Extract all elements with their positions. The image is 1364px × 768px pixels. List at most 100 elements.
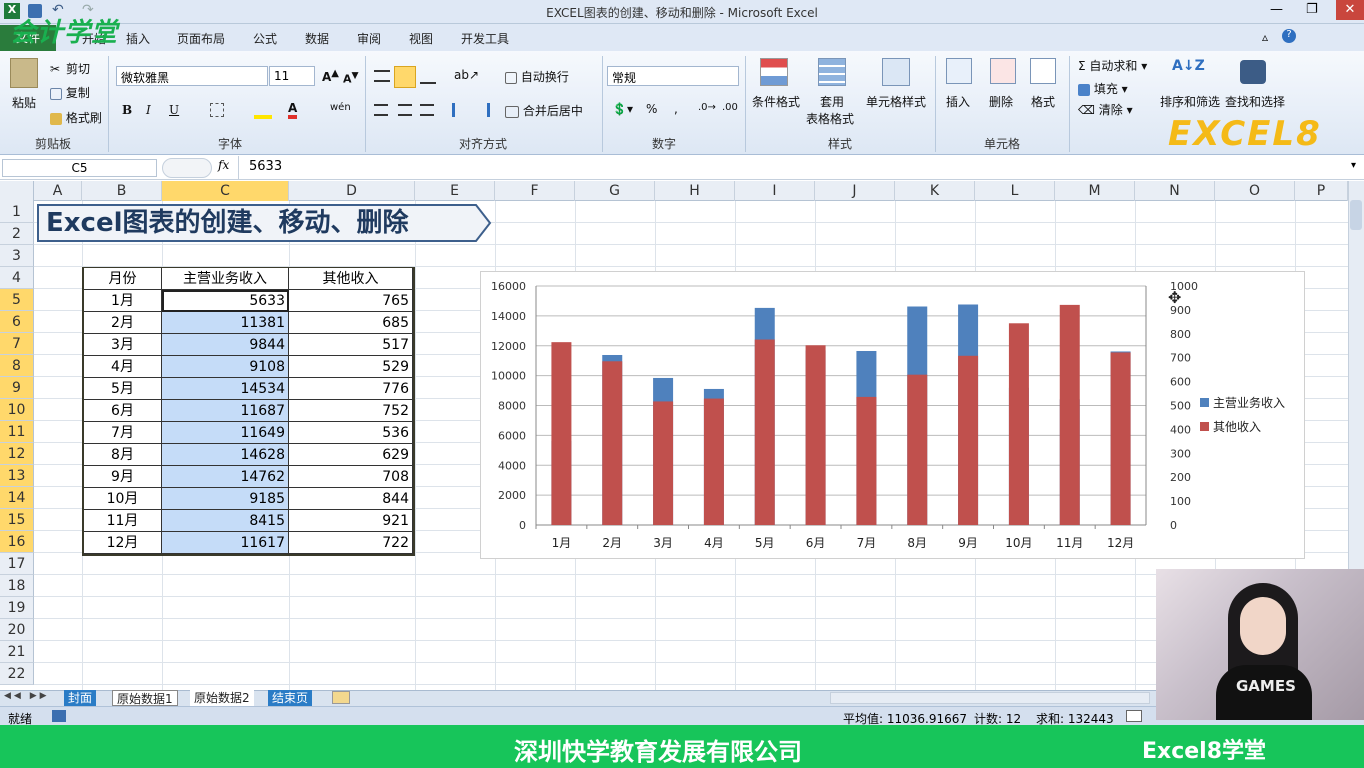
- col-header-d[interactable]: D: [289, 181, 415, 201]
- find-select-button[interactable]: 查找和选择: [1225, 93, 1285, 110]
- restore-button[interactable]: ❐: [1306, 2, 1318, 17]
- paste-button[interactable]: 粘贴: [12, 94, 36, 111]
- merge-center-button[interactable]: 合并后居中: [505, 102, 583, 119]
- normal-view-icon[interactable]: [1126, 710, 1142, 722]
- wrap-text-button[interactable]: 自动换行: [505, 68, 569, 85]
- row-header-9[interactable]: 9: [0, 377, 34, 399]
- sheet-tab-raw1[interactable]: 原始数据1: [112, 690, 178, 706]
- tab-data[interactable]: 数据: [305, 30, 329, 47]
- orientation-icon[interactable]: ab↗: [454, 68, 479, 82]
- chart-area[interactable]: 0 2000 4000 6000 8000 10000 12000 14000 16000 0 10…: [480, 271, 1305, 559]
- table-format-icon[interactable]: [818, 58, 846, 86]
- main-revenue-cell[interactable]: 9185: [162, 488, 289, 510]
- sort-filter-button[interactable]: 排序和筛选: [1160, 93, 1220, 110]
- cut-button[interactable]: ✂ 剪切: [50, 60, 90, 78]
- increase-indent-icon[interactable]: [476, 103, 490, 117]
- main-revenue-cell[interactable]: 14762: [162, 466, 289, 488]
- main-revenue-cell[interactable]: 14534: [162, 378, 289, 400]
- month-cell[interactable]: 3月: [84, 334, 162, 356]
- increase-decimal-icon[interactable]: .0→: [698, 102, 716, 113]
- other-revenue-cell[interactable]: 765: [289, 290, 413, 312]
- conditional-format-button[interactable]: 条件格式: [752, 93, 800, 110]
- other-revenue-cell[interactable]: 685: [289, 312, 413, 334]
- other-revenue-cell[interactable]: 752: [289, 400, 413, 422]
- sort-filter-icon[interactable]: A↓Z: [1172, 58, 1205, 86]
- other-revenue-cell[interactable]: 921: [289, 510, 413, 532]
- month-cell[interactable]: 9月: [84, 466, 162, 488]
- delete-cells-button[interactable]: 删除: [989, 93, 1013, 110]
- col-header-g[interactable]: G: [575, 181, 655, 201]
- month-cell[interactable]: 4月: [84, 356, 162, 378]
- row-header-5[interactable]: 5: [0, 289, 34, 311]
- month-cell[interactable]: 11月: [84, 510, 162, 532]
- col-header-i[interactable]: I: [735, 181, 815, 201]
- insert-cells-button[interactable]: 插入: [946, 93, 970, 110]
- table-header-cell[interactable]: 其他收入: [289, 268, 413, 290]
- paste-icon[interactable]: [10, 58, 38, 88]
- insert-function-icon[interactable]: fx: [218, 158, 229, 172]
- other-revenue-cell[interactable]: 708: [289, 466, 413, 488]
- other-revenue-cell[interactable]: 536: [289, 422, 413, 444]
- macro-record-icon[interactable]: [52, 710, 66, 722]
- row-header-15[interactable]: 15: [0, 509, 34, 531]
- table-header-cell[interactable]: 月份: [84, 268, 162, 290]
- binoculars-icon[interactable]: [1240, 60, 1266, 84]
- align-top-icon[interactable]: [374, 70, 390, 82]
- month-cell[interactable]: 5月: [84, 378, 162, 400]
- row-header-16[interactable]: 16: [0, 531, 34, 553]
- row-header-2[interactable]: 2: [0, 223, 34, 245]
- decrease-decimal-icon[interactable]: .00: [722, 102, 738, 113]
- table-format-label-2[interactable]: 表格格式: [806, 110, 854, 127]
- tab-page-layout[interactable]: 页面布局: [177, 30, 225, 47]
- font-color-icon[interactable]: A: [288, 101, 298, 119]
- other-revenue-cell[interactable]: 844: [289, 488, 413, 510]
- sheet-tab-end[interactable]: 结束页: [268, 690, 313, 706]
- row-header-22[interactable]: 22: [0, 663, 34, 685]
- main-revenue-cell[interactable]: 11687: [162, 400, 289, 422]
- row-header-4[interactable]: 4: [0, 267, 34, 289]
- main-revenue-cell[interactable]: 5633: [162, 290, 289, 312]
- horizontal-scrollbar[interactable]: [830, 692, 1150, 704]
- select-all-corner[interactable]: [0, 181, 34, 201]
- sheet-tab-cover[interactable]: 封面: [64, 690, 97, 706]
- main-revenue-cell[interactable]: 9844: [162, 334, 289, 356]
- col-header-m[interactable]: M: [1055, 181, 1135, 201]
- row-header-17[interactable]: 17: [0, 553, 34, 575]
- month-cell[interactable]: 12月: [84, 532, 162, 554]
- tab-insert[interactable]: 插入: [126, 30, 150, 47]
- font-name-combo[interactable]: 微软雅黑: [116, 66, 268, 86]
- other-revenue-cell[interactable]: 629: [289, 444, 413, 466]
- main-revenue-cell[interactable]: 14628: [162, 444, 289, 466]
- month-cell[interactable]: 10月: [84, 488, 162, 510]
- tab-developer[interactable]: 开发工具: [461, 30, 509, 47]
- col-header-p[interactable]: P: [1295, 181, 1348, 201]
- row-header-18[interactable]: 18: [0, 575, 34, 597]
- col-header-a[interactable]: A: [34, 181, 82, 201]
- close-button[interactable]: ✕: [1336, 0, 1364, 20]
- tab-view[interactable]: 视图: [409, 30, 433, 47]
- format-cells-icon[interactable]: [1030, 58, 1056, 84]
- main-revenue-cell[interactable]: 8415: [162, 510, 289, 532]
- sheet-tab-raw2[interactable]: 原始数据2: [190, 690, 254, 706]
- col-header-c[interactable]: C: [162, 181, 289, 201]
- row-header-13[interactable]: 13: [0, 465, 34, 487]
- phonetic-icon[interactable]: wén: [330, 102, 351, 113]
- month-cell[interactable]: 2月: [84, 312, 162, 334]
- main-revenue-cell[interactable]: 11617: [162, 532, 289, 554]
- format-painter-button[interactable]: 格式刷: [50, 109, 102, 126]
- month-cell[interactable]: 1月: [84, 290, 162, 312]
- bold-button[interactable]: B: [122, 103, 132, 117]
- fill-button[interactable]: 填充 ▾: [1078, 80, 1128, 97]
- row-header-12[interactable]: 12: [0, 443, 34, 465]
- formula-input[interactable]: 5633: [238, 156, 1348, 179]
- row-header-14[interactable]: 14: [0, 487, 34, 509]
- month-cell[interactable]: 6月: [84, 400, 162, 422]
- align-middle-icon[interactable]: [394, 66, 416, 88]
- delete-cells-icon[interactable]: [990, 58, 1016, 84]
- row-header-3[interactable]: 3: [0, 245, 34, 267]
- percent-button[interactable]: %: [646, 102, 657, 116]
- row-header-6[interactable]: 6: [0, 311, 34, 333]
- table-format-label-1[interactable]: 套用: [820, 93, 844, 110]
- row-header-1[interactable]: 1: [0, 201, 34, 223]
- col-header-f[interactable]: F: [495, 181, 575, 201]
